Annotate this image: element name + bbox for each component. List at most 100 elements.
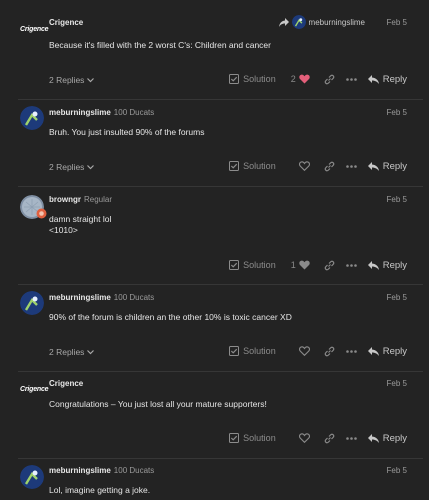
heart-icon xyxy=(298,346,310,356)
like-button[interactable]: 2 xyxy=(288,74,310,84)
heart-icon xyxy=(298,74,310,84)
solution-button[interactable]: Solution xyxy=(229,433,276,443)
chevron-down-icon xyxy=(87,349,95,354)
avatar[interactable] xyxy=(20,106,44,130)
post-body: Because it's filled with the 2 worst C's… xyxy=(49,40,271,50)
solution-label: Solution xyxy=(243,433,276,443)
more-icon[interactable] xyxy=(346,259,358,271)
reply-button[interactable]: Reply xyxy=(367,432,407,444)
link-icon[interactable] xyxy=(324,432,336,444)
more-icon[interactable] xyxy=(346,432,358,444)
flair-badge-icon xyxy=(36,208,47,219)
heart-icon xyxy=(298,260,310,270)
post-body: damn straight lol <1010> xyxy=(49,214,112,235)
post-author[interactable]: meburningslime 100 Ducats xyxy=(49,108,154,117)
solution-label: Solution xyxy=(243,260,276,270)
reply-label: Reply xyxy=(382,345,407,357)
post-1: Crigence Crigence meburningslime Feb 5 B… xyxy=(0,0,429,98)
avatar[interactable] xyxy=(20,291,44,315)
post-actions: Solution Reply xyxy=(229,160,407,172)
reply-label: Reply xyxy=(382,73,407,85)
reply-button[interactable]: Reply xyxy=(367,73,407,85)
more-icon[interactable] xyxy=(346,160,358,172)
reply-icon xyxy=(367,346,379,356)
replies-toggle[interactable]: 2 Replies xyxy=(49,347,95,357)
like-button[interactable] xyxy=(288,161,310,171)
post-author[interactable]: browngr Regular xyxy=(49,195,112,204)
post-author[interactable]: Crigence xyxy=(49,18,83,27)
post-4: meburningslime 100 Ducats Feb 5 90% of th… xyxy=(0,285,429,371)
post-actions: Solution 1 Reply xyxy=(229,259,407,271)
avatar xyxy=(291,15,306,29)
like-button[interactable]: 1 xyxy=(288,260,310,270)
post-2: meburningslime 100 Ducats Feb 5 Bruh. You… xyxy=(0,100,429,186)
reply-to-username: meburningslime xyxy=(308,17,365,27)
user-title: Regular xyxy=(84,195,113,204)
chevron-down-icon xyxy=(87,164,95,169)
reply-icon xyxy=(367,161,379,171)
check-square-icon xyxy=(229,346,240,356)
more-icon[interactable] xyxy=(346,345,358,357)
replies-toggle[interactable]: 2 Replies xyxy=(49,75,95,85)
post-date[interactable]: Feb 5 xyxy=(387,379,407,388)
like-count: 1 xyxy=(290,260,296,270)
heart-icon xyxy=(298,433,310,443)
reply-icon xyxy=(367,260,379,270)
user-title: 100 Ducats xyxy=(113,466,155,475)
post-author-name[interactable]: meburningslime xyxy=(49,466,111,475)
solution-label: Solution xyxy=(243,346,276,356)
user-title: 100 Ducats xyxy=(113,108,155,117)
like-button[interactable] xyxy=(288,346,310,356)
check-square-icon xyxy=(229,260,240,270)
post-body: Lol, imagine getting a joke. xyxy=(49,485,151,495)
post-date[interactable]: Feb 5 xyxy=(387,195,407,204)
post-6: meburningslime 100 Ducats Feb 5 Lol, imag… xyxy=(0,459,429,500)
crigence-logo[interactable]: Crigence xyxy=(20,384,49,396)
reply-button[interactable]: Reply xyxy=(367,161,407,172)
post-author[interactable]: meburningslime 100 Ducats xyxy=(49,466,154,475)
replies-toggle[interactable]: 2 Replies xyxy=(49,162,95,172)
solution-button[interactable]: Solution xyxy=(229,346,276,356)
post-date[interactable]: Feb 5 xyxy=(387,108,407,117)
more-icon[interactable] xyxy=(346,73,358,85)
reply-icon xyxy=(367,433,379,443)
link-icon[interactable] xyxy=(324,160,336,172)
post-author[interactable]: Crigence xyxy=(49,379,83,388)
post-actions: Solution 2 Reply xyxy=(229,73,407,85)
check-square-icon xyxy=(229,161,240,171)
post-body: 90% of the forum is children an the othe… xyxy=(49,312,292,322)
solution-label: Solution xyxy=(243,74,276,84)
post-3: browngr Regular Feb 5 damn straight lol <… xyxy=(0,187,429,285)
replies-count: 2 Replies xyxy=(49,162,85,172)
post-author-name[interactable]: browngr xyxy=(49,195,81,204)
check-square-icon xyxy=(229,433,240,443)
link-icon[interactable] xyxy=(324,73,336,85)
post-date[interactable]: Feb 5 xyxy=(387,18,407,27)
chevron-down-icon xyxy=(87,77,95,82)
reply-label: Reply xyxy=(382,432,407,444)
reply-button[interactable]: Reply xyxy=(367,259,407,271)
solution-button[interactable]: Solution xyxy=(229,161,276,171)
post-date[interactable]: Feb 5 xyxy=(387,466,407,475)
link-icon[interactable] xyxy=(324,345,336,357)
like-count: 2 xyxy=(290,74,296,84)
post-date[interactable]: Feb 5 xyxy=(387,293,407,302)
reply-to-indicator[interactable]: meburningslime xyxy=(278,15,365,29)
solution-button[interactable]: Solution xyxy=(229,260,276,270)
post-actions: Solution Reply xyxy=(229,432,407,444)
link-icon[interactable] xyxy=(324,259,336,271)
post-body: Congratulations – You just lost all your… xyxy=(49,399,267,409)
solution-label: Solution xyxy=(243,161,276,171)
post-author-name[interactable]: meburningslime xyxy=(49,293,111,302)
post-author[interactable]: meburningslime 100 Ducats xyxy=(49,293,154,302)
share-arrow-icon xyxy=(278,17,289,27)
like-button[interactable] xyxy=(288,433,310,443)
reply-button[interactable]: Reply xyxy=(367,345,407,357)
avatar[interactable] xyxy=(20,465,44,489)
reply-label: Reply xyxy=(382,259,407,271)
solution-button[interactable]: Solution xyxy=(229,74,276,84)
crigence-logo[interactable]: Crigence xyxy=(20,24,49,36)
post-author-name[interactable]: meburningslime xyxy=(49,108,111,117)
post-actions: Solution Reply xyxy=(229,345,407,357)
post-body: Bruh. You just insulted 90% of the forum… xyxy=(49,127,205,137)
